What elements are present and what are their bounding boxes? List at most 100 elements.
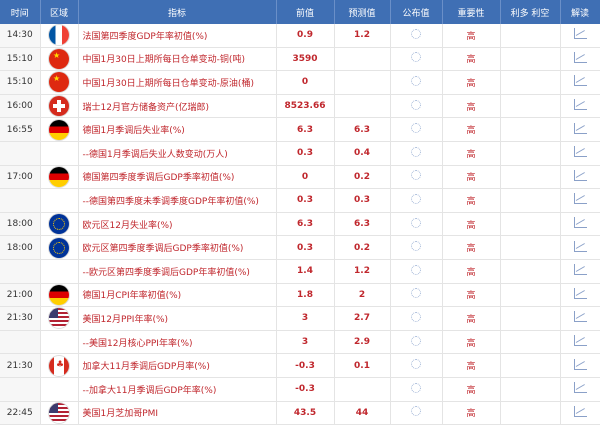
indicator-link[interactable]: 欧元区第四季度季调后GDP季率初值(%): [78, 235, 277, 260]
previous-value: -0.3: [276, 353, 335, 378]
header-row: 时间 区域 指标 前值 预测值 公布值 重要性 利多 利空 解读: [0, 0, 600, 24]
loading-dots-icon: [411, 193, 421, 204]
actual-cell: [390, 141, 443, 166]
header-indicator: 指标: [78, 0, 277, 24]
table-row: 16:00 瑞士12月官方储备资产(亿瑞郎) 8523.66 高: [0, 94, 600, 119]
chart-icon[interactable]: [573, 75, 587, 87]
table-row: 16:55 德国1月季调后失业率(%) 6.3 6.3 高: [0, 117, 600, 142]
forecast-value: 0.1: [334, 353, 391, 378]
region-cell: [40, 283, 79, 308]
loading-dots-icon: [411, 359, 421, 370]
table-row: 18:00 欧元区第四季度季调后GDP季率初值(%) 0.3 0.2 高: [0, 235, 600, 260]
indicator-link[interactable]: 加拿大11月季调后GDP月率(%): [78, 353, 277, 378]
eu-flag-icon: [49, 237, 69, 258]
indicator-link[interactable]: 德国第四季度季调后GDP季率初值(%): [78, 165, 277, 190]
indicator-link[interactable]: 瑞士12月官方储备资产(亿瑞郎): [78, 94, 277, 119]
header-region: 区域: [40, 0, 79, 24]
previous-value: 43.5: [276, 401, 335, 426]
time-cell: 15:10: [0, 70, 41, 95]
chart-icon[interactable]: [573, 240, 587, 252]
actual-cell: [390, 330, 443, 355]
indicator-link[interactable]: 中国1月30日上期所每日仓单变动-铜(吨): [78, 47, 277, 72]
importance-value: 高: [442, 24, 501, 48]
impact-cell: [500, 306, 561, 331]
previous-value: 0.3: [276, 235, 335, 260]
actual-cell: [390, 70, 443, 95]
table-row: --德国第四季度未季调季度GDP年率初值(%) 0.3 0.3 高: [0, 188, 600, 213]
chart-icon[interactable]: [573, 287, 587, 299]
interpretation-cell: [560, 188, 600, 213]
table-row: 15:10 ★ 中国1月30日上期所每日仓单变动-原油(桶) 0 高: [0, 70, 600, 95]
interpretation-cell: [560, 330, 600, 355]
table-row: 21:00 德国1月CPI年率初值(%) 1.8 2 高: [0, 283, 600, 308]
chart-icon[interactable]: [573, 217, 587, 229]
previous-value: 0.3: [276, 141, 335, 166]
impact-cell: [500, 70, 561, 95]
impact-cell: [500, 94, 561, 119]
impact-cell: [500, 165, 561, 190]
impact-cell: [500, 117, 561, 142]
indicator-link[interactable]: 美国12月PPI年率(%): [78, 306, 277, 331]
forecast-value: [334, 94, 391, 119]
indicator-link[interactable]: 德国1月季调后失业率(%): [78, 117, 277, 142]
chart-icon[interactable]: [573, 28, 587, 40]
indicator-link[interactable]: --欧元区第四季度季调后GDP年率初值(%): [78, 259, 277, 284]
indicator-link[interactable]: 德国1月CPI年率初值(%): [78, 283, 277, 308]
chart-icon[interactable]: [573, 169, 587, 181]
region-cell: [40, 188, 79, 213]
impact-cell: [500, 401, 561, 426]
economic-calendar-table: 时间 区域 指标 前值 预测值 公布值 重要性 利多 利空 解读 14:30 法国…: [0, 0, 600, 426]
header-importance: 重要性: [442, 0, 501, 24]
impact-cell: [500, 259, 561, 284]
time-cell: [0, 141, 41, 166]
chart-icon[interactable]: [573, 264, 587, 276]
impact-cell: [500, 330, 561, 355]
loading-dots-icon: [411, 382, 421, 393]
interpretation-cell: [560, 377, 600, 402]
indicator-link[interactable]: 法国第四季度GDP年率初值(%): [78, 24, 277, 48]
impact-cell: [500, 283, 561, 308]
indicator-link[interactable]: 美国1月芝加哥PMI: [78, 401, 277, 426]
previous-value: 0.3: [276, 188, 335, 213]
table-row: 14:30 法国第四季度GDP年率初值(%) 0.9 1.2 高: [0, 24, 600, 48]
actual-cell: [390, 401, 443, 426]
loading-dots-icon: [411, 311, 421, 322]
actual-cell: [390, 306, 443, 331]
chart-icon[interactable]: [573, 405, 587, 417]
germany-flag-icon: [49, 166, 69, 187]
chart-icon[interactable]: [573, 311, 587, 323]
time-cell: 21:00: [0, 283, 41, 308]
time-cell: 18:00: [0, 212, 41, 237]
chart-icon[interactable]: [573, 382, 587, 394]
chart-icon[interactable]: [573, 358, 587, 370]
china-flag-icon: ★: [49, 48, 69, 69]
loading-dots-icon: [411, 28, 421, 39]
interpretation-cell: [560, 24, 600, 48]
loading-dots-icon: [411, 123, 421, 134]
importance-value: 高: [442, 94, 501, 119]
region-cell: [40, 401, 79, 426]
impact-cell: [500, 377, 561, 402]
forecast-value: 0.3: [334, 188, 391, 213]
indicator-link[interactable]: --德国1月季调后失业人数变动(万人): [78, 141, 277, 166]
chart-icon[interactable]: [573, 99, 587, 111]
indicator-link[interactable]: 欧元区12月失业率(%): [78, 212, 277, 237]
chart-icon[interactable]: [573, 335, 587, 347]
time-cell: 22:45: [0, 401, 41, 426]
previous-value: 0: [276, 165, 335, 190]
chart-icon[interactable]: [573, 122, 587, 134]
eu-flag-icon: [49, 214, 69, 235]
table-row: 21:30 ♣ 加拿大11月季调后GDP月率(%) -0.3 0.1 高: [0, 353, 600, 378]
forecast-value: 0.4: [334, 141, 391, 166]
chart-icon[interactable]: [573, 146, 587, 158]
indicator-link[interactable]: --美国12月核心PPI年率(%): [78, 330, 277, 355]
impact-cell: [500, 353, 561, 378]
indicator-link[interactable]: --加拿大11月季调后GDP年率(%): [78, 377, 277, 402]
indicator-link[interactable]: --德国第四季度未季调季度GDP年率初值(%): [78, 188, 277, 213]
region-cell: [40, 94, 79, 119]
indicator-link[interactable]: 中国1月30日上期所每日仓单变动-原油(桶): [78, 70, 277, 95]
chart-icon[interactable]: [573, 51, 587, 63]
chart-icon[interactable]: [573, 193, 587, 205]
impact-cell: [500, 212, 561, 237]
loading-dots-icon: [411, 170, 421, 181]
